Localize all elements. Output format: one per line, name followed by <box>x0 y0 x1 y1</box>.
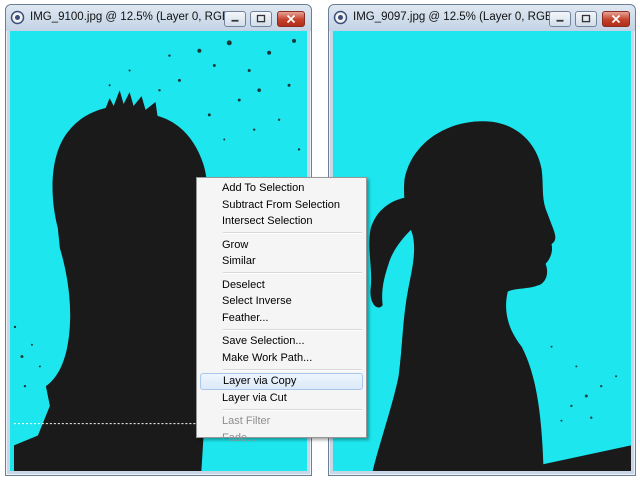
title-bar[interactable]: IMG_9097.jpg @ 12.5% (Layer 0, RGB) <box>329 5 635 31</box>
close-icon <box>611 14 621 24</box>
window-title: IMG_9100.jpg @ 12.5% (Layer 0, RGB) <box>30 11 234 23</box>
menu-item-feather[interactable]: Feather... <box>199 310 364 327</box>
document-window-img-9097[interactable]: IMG_9097.jpg @ 12.5% (Layer 0, RGB) <box>328 4 636 476</box>
minimize-button[interactable] <box>224 11 246 27</box>
close-button[interactable] <box>602 11 630 27</box>
photoshop-app-icon <box>333 10 348 25</box>
minimize-icon <box>231 19 239 22</box>
image-canvas-girl-silhouette[interactable] <box>333 31 631 471</box>
menu-item-add-to-selection[interactable]: Add To Selection <box>199 180 364 197</box>
menu-separator <box>223 368 362 371</box>
menu-separator <box>223 408 362 411</box>
menu-item-similar[interactable]: Similar <box>199 253 364 270</box>
maximize-button[interactable] <box>250 11 272 27</box>
menu-item-select-inverse[interactable]: Select Inverse <box>199 293 364 310</box>
menu-item-fade: Fade... <box>222 431 257 444</box>
menu-item-grow[interactable]: Grow <box>199 237 364 254</box>
selection-context-menu: Add To Selection Subtract From Selection I… <box>196 177 367 444</box>
menu-item-layer-via-cut[interactable]: Layer via Cut <box>199 390 364 407</box>
maximize-button[interactable] <box>575 11 597 27</box>
close-icon <box>286 14 296 24</box>
title-bar[interactable]: IMG_9100.jpg @ 12.5% (Layer 0, RGB) <box>6 5 311 31</box>
window-title: IMG_9097.jpg @ 12.5% (Layer 0, RGB) <box>353 11 557 23</box>
minimize-icon <box>556 19 564 22</box>
menu-separator <box>223 328 362 331</box>
photoshop-app-icon <box>10 10 25 25</box>
menu-separator <box>223 232 362 234</box>
menu-item-make-work-path[interactable]: Make Work Path... <box>199 350 364 367</box>
menu-item-subtract-from-selection[interactable]: Subtract From Selection <box>199 197 364 214</box>
girl-silhouette-image <box>369 121 631 471</box>
close-button[interactable] <box>277 11 305 27</box>
menu-item-deselect[interactable]: Deselect <box>199 277 364 294</box>
minimize-button[interactable] <box>549 11 571 27</box>
maximize-icon <box>581 14 591 23</box>
menu-item-layer-via-copy[interactable]: Layer via Copy <box>200 373 363 390</box>
menu-item-last-filter: Last Filter <box>222 415 271 427</box>
maximize-icon <box>256 14 266 23</box>
menu-item-intersect-selection[interactable]: Intersect Selection <box>199 213 364 230</box>
menu-item-save-selection[interactable]: Save Selection... <box>199 333 364 350</box>
menu-separator <box>223 272 362 274</box>
